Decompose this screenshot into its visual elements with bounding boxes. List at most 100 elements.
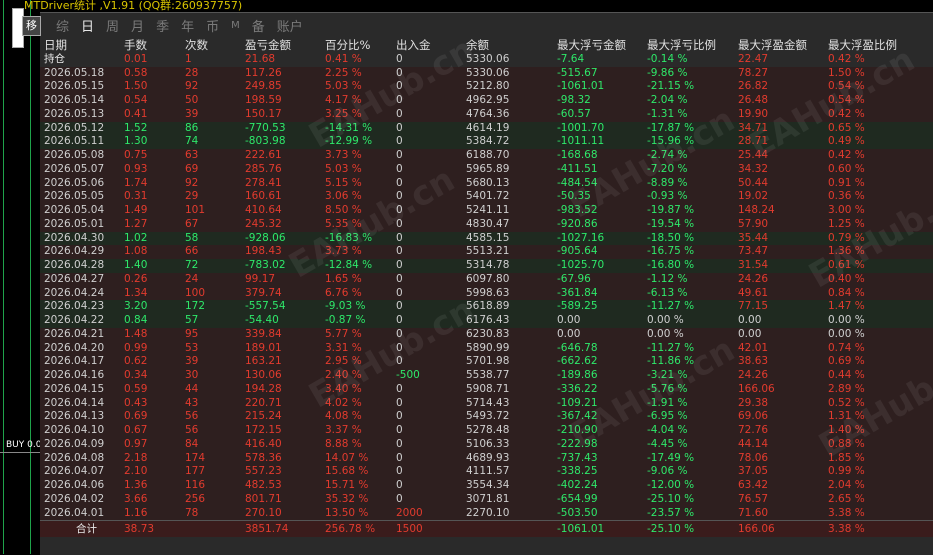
cell-max-float-profit: 42.01	[738, 341, 769, 354]
cell-max-float-profit-pct: 0.84 %	[828, 286, 865, 299]
table-row[interactable]: 2026.04.07 2.10 177 557.23 15.68 % 0 4111.57 -3…	[40, 465, 933, 479]
cell-max-float-loss: -920.86	[557, 217, 598, 230]
table-row[interactable]: 2026.04.20 0.99 53 189.01 3.31 % 0 5890.99 -646…	[40, 341, 933, 356]
cell-balance: 5965.89	[466, 162, 510, 175]
cell-pct: -16.83 %	[325, 231, 373, 244]
table-row[interactable]: 2026.04.14 0.43 43 220.71 4.02 % 0 5714.43 -109…	[40, 396, 933, 411]
cell-max-float-loss-pct: -25.10 %	[647, 492, 695, 505]
cell-trades: 50	[185, 94, 199, 106]
cell-max-float-profit-pct: 0.40 %	[828, 272, 865, 285]
tab-4[interactable]: 季	[156, 16, 169, 35]
table-row[interactable]: 2026.04.13 0.69 56 215.24 4.08 % 0 5493.72 -367…	[40, 410, 933, 424]
cell-pct: 5.03 %	[325, 162, 362, 175]
cell-date: 日期	[44, 38, 67, 52]
cell-lots: 0.26	[124, 272, 148, 285]
tab-2[interactable]: 周	[106, 16, 119, 35]
table-row[interactable]: 2026.05.14 0.54 50 198.59 4.17 % 0 4962.95 -98.…	[40, 94, 933, 108]
cell-deposit: 0	[396, 451, 403, 464]
cell-lots: 0.69	[124, 410, 148, 423]
cell-pct: 8.88 %	[325, 437, 362, 450]
table-row[interactable]: 2026.04.30 1.02 58 -928.06 -16.83 % 0 4585.15 -…	[40, 231, 933, 246]
cell-max-float-loss-pct: 最大浮亏比例	[647, 38, 716, 52]
tab-5[interactable]: 年	[181, 16, 194, 35]
cell-max-float-profit-pct: 1.40 %	[828, 424, 865, 436]
table-row[interactable]: 2026.04.22 0.84 57 -54.40 -0.87 % 0 6176.43 0.0…	[40, 314, 933, 328]
table-row[interactable]: 2026.05.04 1.49 101 410.64 8.50 % 0 5241.11 -98…	[40, 204, 933, 218]
table-row[interactable]: 2026.05.15 1.50 92 249.85 5.03 % 0 5212.80 -106…	[40, 80, 933, 94]
cell-date: 2026.04.07	[44, 465, 105, 478]
table-row[interactable]: 2026.05.06 1.74 92 278.41 5.15 % 0 5680.13 -484…	[40, 176, 933, 191]
table-row[interactable]: 2026.04.10 0.67 56 172.15 3.37 % 0 5278.48 -210…	[40, 424, 933, 438]
cell-lots: 1.02	[124, 231, 148, 244]
table-row[interactable]: 2026.04.21 1.48 95 339.84 5.77 % 0 6230.83 0.00…	[40, 327, 933, 342]
table-row[interactable]: 2026.05.13 0.41 39 150.17 3.25 % 0 4764.36 -60.…	[40, 107, 933, 122]
table-row[interactable]: 2026.05.08 0.75 63 222.61 3.73 % 0 6188.70 -168…	[40, 149, 933, 163]
cell-balance: 5493.72	[466, 410, 510, 423]
tab-0[interactable]: 综	[56, 16, 69, 35]
cell-max-float-profit-pct: 2.65 %	[828, 492, 865, 505]
table-row[interactable]: 2026.05.12 1.52 86 -770.53 -14.31 % 0 4614.19 -…	[40, 121, 933, 136]
cell-max-float-profit: 34.32	[738, 162, 769, 175]
cell-max-float-profit: 38.63	[738, 355, 769, 368]
cell-date: 持仓	[44, 52, 65, 65]
cell-max-float-loss: -654.99	[557, 492, 598, 505]
table-row[interactable]: 2026.05.01 1.27 67 245.32 5.35 % 0 4830.47 -920…	[40, 217, 933, 232]
daily-stats-table: 日期 手数 次数 盈亏金额 百分比% 出入金 余额 最大浮亏金额 最大浮亏比例 最大浮盈金额 最大浮…	[40, 38, 933, 538]
table-row[interactable]: 2026.04.29 1.08 66 198.43 3.73 % 0 5513.21 -905…	[40, 245, 933, 259]
table-row[interactable]: 2026.04.02 3.66 256 801.71 35.32 % 0 3071.81 -6…	[40, 492, 933, 507]
cell-max-float-loss-pct: -4.04 %	[647, 424, 688, 436]
table-row[interactable]: 2026.05.05 0.31 29 160.61 3.06 % 0 5401.72 -50.…	[40, 190, 933, 204]
cell-max-float-profit: 166.06	[738, 523, 775, 536]
cell-balance: 5714.43	[466, 396, 510, 409]
tab-7[interactable]: M	[231, 20, 240, 31]
cell-pct: 3.37 %	[325, 424, 362, 436]
cell-balance: 3071.81	[466, 492, 510, 505]
table-row[interactable]: 2026.04.08 2.18 174 578.36 14.07 % 0 4689.93 -7…	[40, 451, 933, 466]
cell-pct: 3.73 %	[325, 149, 362, 161]
side-tab[interactable]: 移	[22, 16, 41, 36]
tab-6[interactable]: 币	[206, 16, 219, 35]
cell-pct: 4.17 %	[325, 94, 362, 106]
table-row[interactable]: 2026.04.17 0.62 39 163.21 2.95 % 0 5701.98 -662…	[40, 355, 933, 369]
cell-date: 2026.04.22	[44, 314, 105, 326]
cell-trades: 56	[185, 410, 199, 423]
cell-deposit: 0	[396, 80, 403, 93]
cell-pnl: 189.01	[245, 341, 282, 354]
cell-date: 合计	[76, 523, 97, 536]
cell-pct: 14.07 %	[325, 451, 369, 464]
table-row[interactable]: 2026.04.24 1.34 100 379.74 6.76 % 0 5998.63 -36…	[40, 286, 933, 301]
cell-deposit: 0	[396, 121, 403, 134]
cell-max-float-loss: -515.67	[557, 66, 598, 79]
tab-3[interactable]: 月	[131, 16, 144, 35]
cell-lots: 0.34	[124, 369, 148, 381]
cell-pnl: 220.71	[245, 396, 282, 409]
table-row[interactable]: 2026.04.16 0.34 30 130.06 2.40 % -500 5538.77 -…	[40, 369, 933, 383]
cell-deposit: 0	[396, 231, 403, 244]
cell-max-float-profit-pct: 1.47 %	[828, 300, 865, 313]
cell-max-float-loss: -646.78	[557, 341, 598, 354]
cell-lots: 1.50	[124, 80, 148, 93]
table-row[interactable]: 2026.04.06 1.36 116 482.53 15.71 % 0 3554.34 -4…	[40, 479, 933, 493]
cell-date: 2026.04.28	[44, 259, 105, 271]
table-row[interactable]: 2026.04.01 1.16 78 270.10 13.50 % 2000 2270.10…	[40, 506, 933, 521]
table-row[interactable]: 2026.04.27 0.26 24 99.17 1.65 % 0 6097.80 -67.9…	[40, 272, 933, 287]
cell-deposit: 0	[396, 492, 403, 505]
cell-pct: 5.15 %	[325, 176, 362, 189]
cell-date: 2026.05.04	[44, 204, 105, 216]
tab-8[interactable]: 备	[252, 16, 265, 35]
cell-max-float-loss: -503.50	[557, 506, 598, 519]
table-row[interactable]: 2026.04.28 1.40 72 -783.02 -12.84 % 0 5314.78 -…	[40, 259, 933, 273]
table-row[interactable]: 2026.04.23 3.20 172 -557.54 -9.03 % 0 5618.89 -…	[40, 300, 933, 314]
cell-lots: 2.10	[124, 465, 148, 478]
table-row[interactable]: 2026.04.15 0.59 44 194.28 3.40 % 0 5908.71 -336…	[40, 382, 933, 397]
cell-max-float-profit: 78.06	[738, 451, 769, 464]
cell-max-float-profit-pct: 0.54 %	[828, 80, 865, 93]
table-row[interactable]: 2026.04.09 0.97 84 416.40 8.88 % 0 5106.33 -222…	[40, 437, 933, 452]
table-row[interactable]: 2026.05.18 0.58 28 117.26 2.25 % 0 5330.06 -515…	[40, 66, 933, 81]
cell-trades: 63	[185, 149, 199, 161]
cell-balance: 5538.77	[466, 369, 510, 381]
table-row[interactable]: 2026.05.07 0.93 69 285.76 5.03 % 0 5965.89 -411…	[40, 162, 933, 177]
tab-1[interactable]: 日	[81, 16, 94, 35]
table-row[interactable]: 2026.05.11 1.30 74 -803.98 -12.99 % 0 5384.72 -…	[40, 135, 933, 149]
tab-9[interactable]: 账户	[277, 16, 303, 35]
